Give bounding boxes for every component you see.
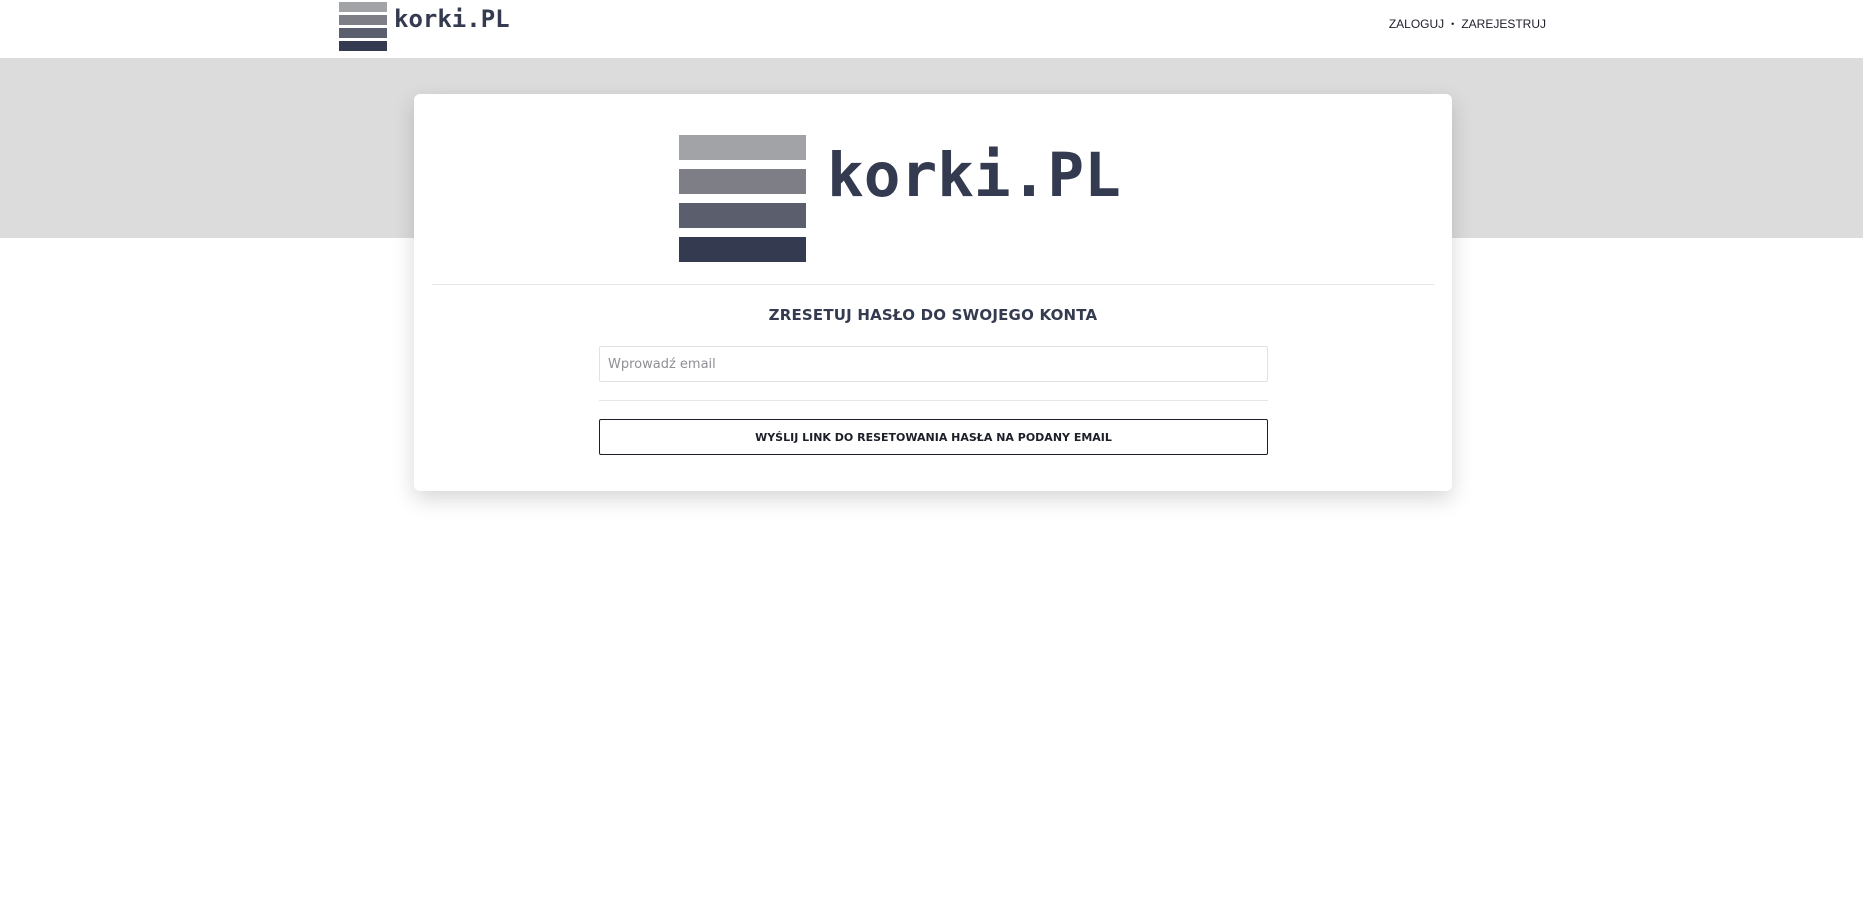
page-title: ZRESETUJ HASŁO DO SWOJEGO KONTA	[768, 306, 1098, 324]
logo-bar-3	[339, 28, 387, 38]
logo-bar-1	[679, 135, 806, 160]
logo-bar-2	[339, 15, 387, 25]
login-link[interactable]: ZALOGUJ	[1389, 17, 1444, 31]
reset-password-card: korki.PL ZRESETUJ HASŁO DO SWOJEGO KONTA…	[414, 94, 1452, 491]
header-logo-wordmark: korki.PL	[394, 5, 510, 33]
nav-separator: •	[1451, 19, 1455, 29]
card-divider	[432, 284, 1434, 285]
logo-bar-4	[679, 237, 806, 262]
stacked-bars-logo-icon	[679, 135, 806, 262]
logo-bar-2	[679, 169, 806, 194]
logo-bar-3	[679, 203, 806, 228]
card-logo: korki.PL	[679, 135, 1121, 262]
logo-bar-4	[339, 41, 387, 51]
register-link[interactable]: ZAREJESTRUJ	[1461, 17, 1546, 31]
send-reset-link-button[interactable]: WYŚLIJ LINK DO RESETOWANIA HASŁA NA PODA…	[599, 419, 1268, 455]
card-logo-wordmark: korki.PL	[827, 140, 1121, 211]
logo-bar-1	[339, 2, 387, 12]
stacked-bars-logo-icon	[339, 2, 387, 51]
header-logo-link[interactable]: korki.PL	[339, 2, 510, 52]
auth-nav: ZALOGUJ • ZAREJESTRUJ	[1389, 17, 1546, 31]
form-divider	[599, 400, 1268, 401]
top-navbar: korki.PL ZALOGUJ • ZAREJESTRUJ	[0, 0, 1863, 58]
email-field[interactable]	[599, 346, 1268, 382]
